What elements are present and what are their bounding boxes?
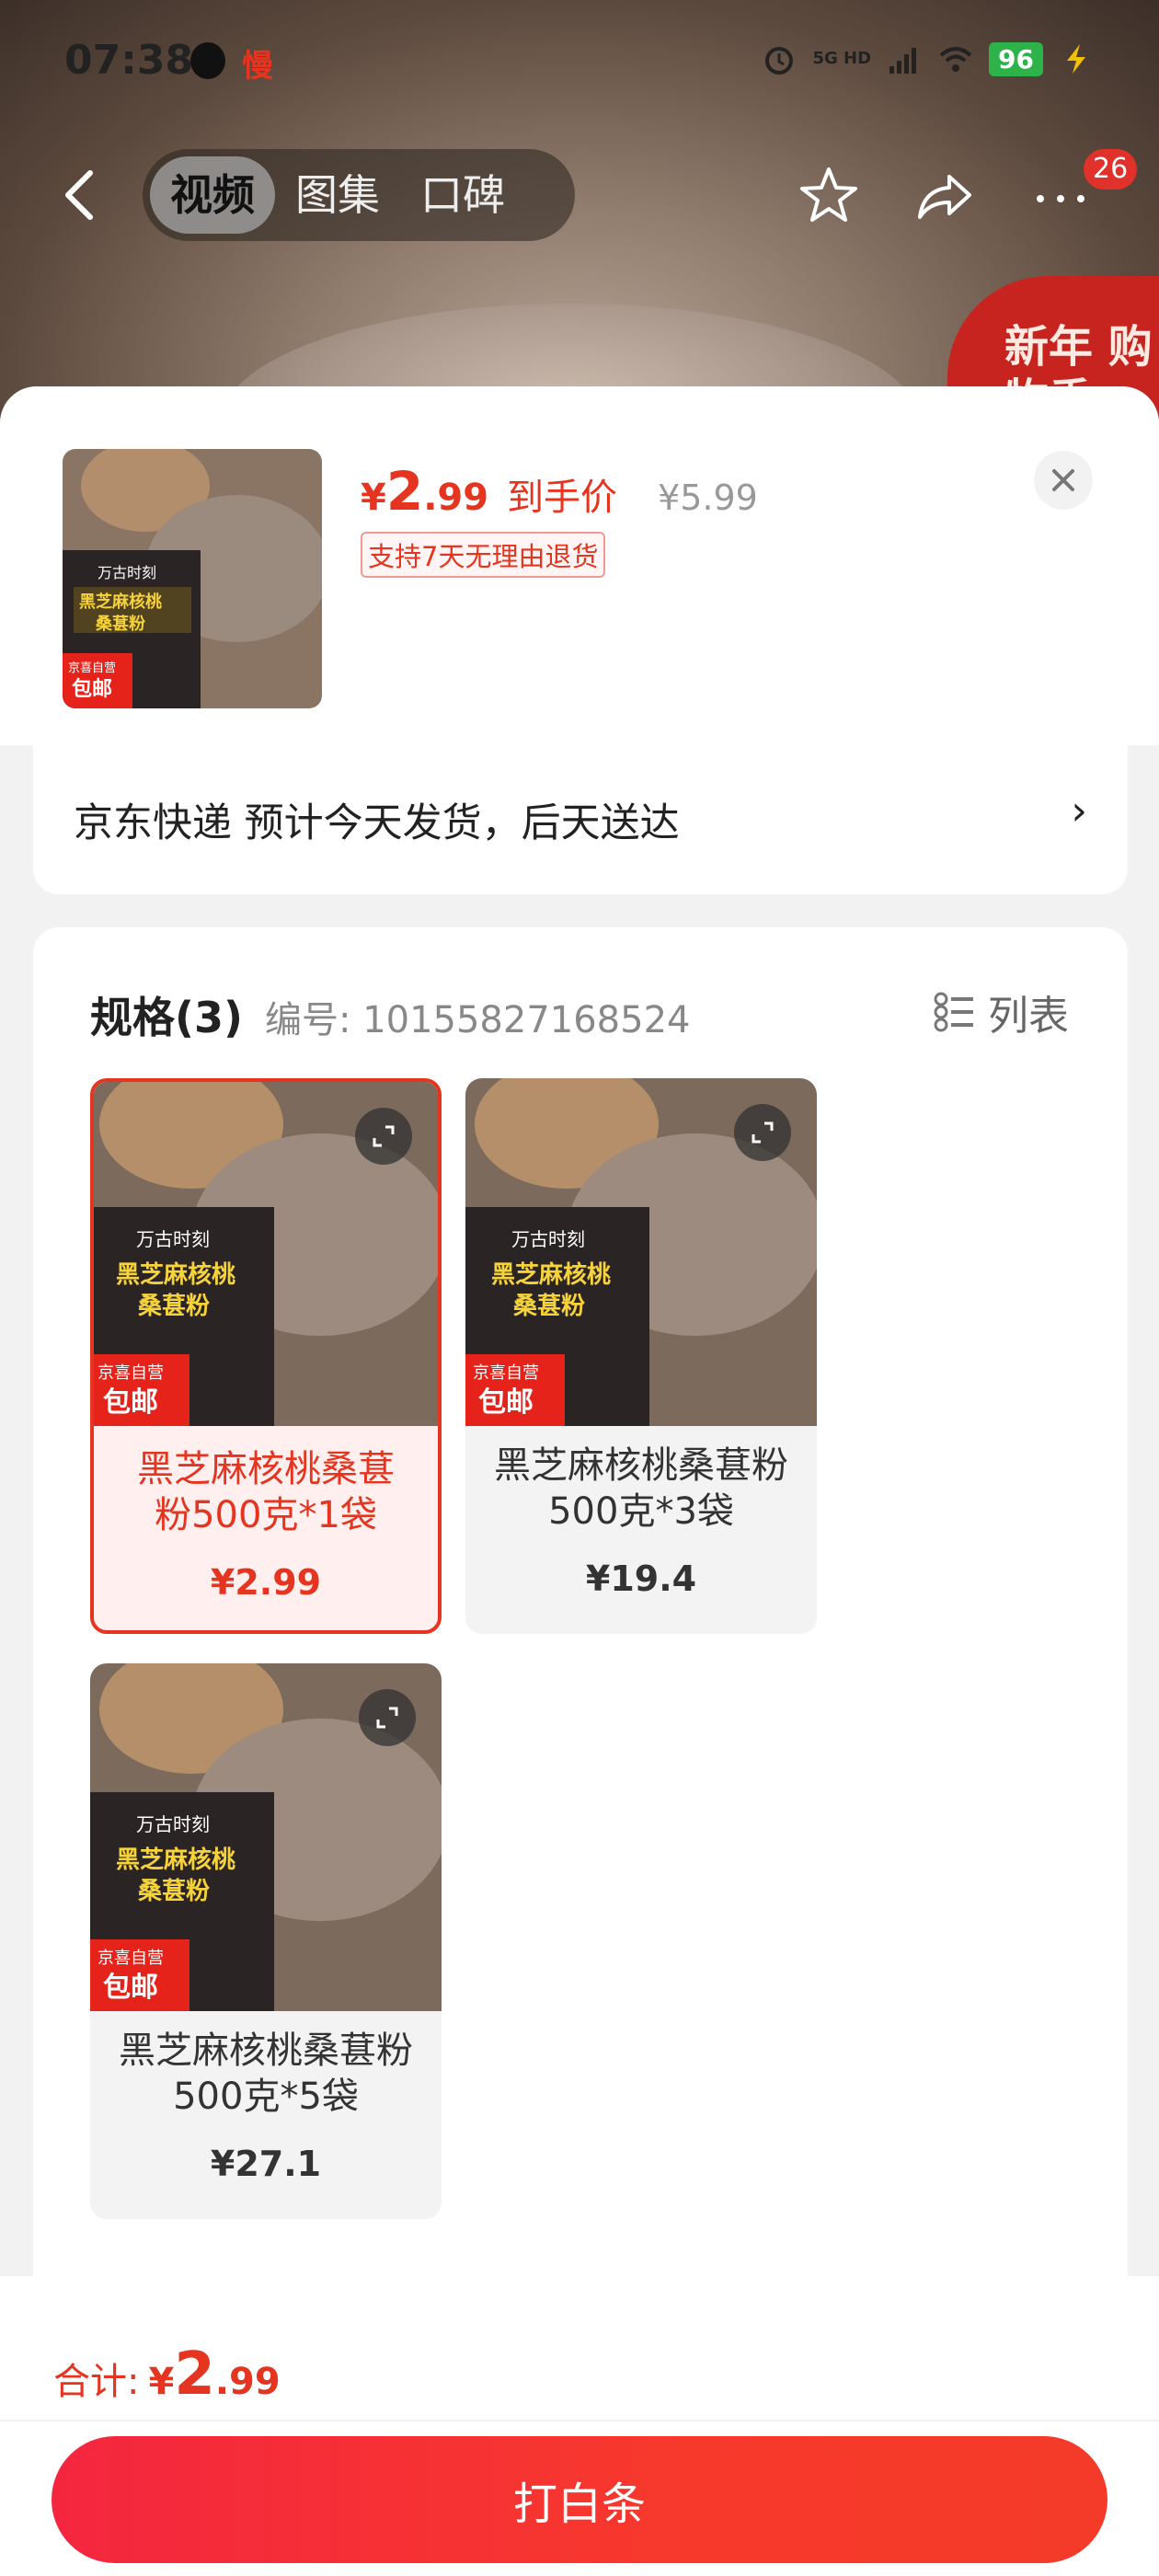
close-button[interactable] xyxy=(1034,451,1093,510)
back-arrow-icon[interactable] xyxy=(57,167,103,223)
expand-icon xyxy=(752,1121,774,1144)
tab-gallery[interactable]: 图集 xyxy=(275,156,400,234)
sku-option-2[interactable]: 万古时刻 黑芝麻核桃 桑葚粉 京喜自营 包邮 黑芝麻核桃桑葚粉500克*3袋 ¥… xyxy=(465,1078,817,1634)
qq-icon xyxy=(190,42,225,79)
share-icon[interactable] xyxy=(912,164,977,228)
baitiao-pay-button[interactable]: 打白条 xyxy=(52,2436,1107,2563)
total-price: 合计: ¥2.99 xyxy=(53,2340,281,2409)
product-thumbnail-image: 万古时刻 黑芝麻核桃 桑葚粉 京喜自营 包邮 xyxy=(63,449,322,708)
svg-text:桑葚粉: 桑葚粉 xyxy=(96,614,145,634)
svg-text:黑芝麻核桃: 黑芝麻核桃 xyxy=(116,1846,235,1874)
network-type: 5G HD xyxy=(812,49,872,68)
svg-text:黑芝麻核桃: 黑芝麻核桃 xyxy=(116,1260,235,1289)
list-icon xyxy=(934,992,973,1032)
svg-text:京喜自营: 京喜自营 xyxy=(68,661,116,675)
svg-text:桑葚粉: 桑葚粉 xyxy=(513,1293,585,1320)
svg-text:包邮: 包邮 xyxy=(478,1386,534,1419)
divider xyxy=(0,2420,1159,2421)
sku-option-3[interactable]: 万古时刻 黑芝麻核桃 桑葚粉 京喜自营 包邮 黑芝麻核桃桑葚粉500克*5袋 ¥… xyxy=(90,1663,442,2219)
signal-icon xyxy=(889,48,917,74)
alarm-icon xyxy=(765,47,794,75)
media-tabs: 视频 图集 口碑 xyxy=(143,149,575,241)
sku-price: ¥19.4 xyxy=(585,1558,697,1599)
svg-text:黑芝麻核桃: 黑芝麻核桃 xyxy=(79,592,162,612)
deal-price-label: 到手价 xyxy=(507,477,618,519)
status-right-icons: 5G HD 96 xyxy=(761,40,1095,77)
list-view-toggle[interactable]: 列表 xyxy=(933,983,1069,1041)
expand-image-button[interactable] xyxy=(359,1689,416,1746)
expand-image-button[interactable] xyxy=(734,1104,791,1161)
original-price: ¥5.99 xyxy=(658,477,758,518)
svg-text:万古时刻: 万古时刻 xyxy=(136,1813,210,1835)
svg-text:京喜自营: 京喜自营 xyxy=(98,1949,164,1968)
wifi-icon xyxy=(939,47,972,72)
star-icon[interactable] xyxy=(797,164,861,228)
close-icon xyxy=(1052,469,1074,491)
price-line: ¥2.99 到手价 ¥5.99 xyxy=(361,460,758,523)
list-view-label: 列表 xyxy=(988,993,1069,1040)
sku-name: 黑芝麻核桃桑葚粉500克*5袋 xyxy=(119,2030,413,2118)
delivery-row[interactable]: 京东快递 预计今天发货，后天送达 › xyxy=(33,745,1128,894)
svg-text:万古时刻: 万古时刻 xyxy=(136,1228,210,1250)
svg-text:包邮: 包邮 xyxy=(72,677,112,701)
sku-price: ¥2.99 xyxy=(210,1562,322,1603)
svg-text:桑葚粉: 桑葚粉 xyxy=(138,1878,210,1905)
expand-image-button[interactable] xyxy=(355,1108,412,1165)
slow-network-label: 慢 xyxy=(242,48,273,85)
return-policy-tag: 支持7天无理由退货 xyxy=(361,532,606,578)
sku-price: ¥27.1 xyxy=(210,2144,322,2184)
svg-text:桑葚粉: 桑葚粉 xyxy=(138,1293,210,1320)
spec-title: 规格(3) xyxy=(90,993,244,1042)
svg-text:黑芝麻核桃: 黑芝麻核桃 xyxy=(491,1260,611,1289)
svg-text:万古时刻: 万古时刻 xyxy=(511,1228,585,1250)
charging-icon xyxy=(1067,44,1085,74)
selected-sku-thumbnail[interactable]: 万古时刻 黑芝麻核桃 桑葚粉 京喜自营 包邮 xyxy=(63,449,322,708)
delivery-info: 京东快递 预计今天发货，后天送达 xyxy=(74,800,680,846)
notification-badge: 26 xyxy=(1084,149,1138,190)
sku-name: 黑芝麻核桃桑葚粉500克*1袋 xyxy=(137,1448,395,1536)
total-label: 合计: xyxy=(53,2361,140,2403)
svg-text:京喜自营: 京喜自营 xyxy=(473,1363,539,1383)
status-time: 07:38 xyxy=(64,37,194,84)
tab-video[interactable]: 视频 xyxy=(150,156,275,234)
thumb-brand-text: 万古时刻 xyxy=(98,564,156,581)
deal-price: ¥2.99 xyxy=(361,460,489,523)
svg-text:包邮: 包邮 xyxy=(103,1386,158,1419)
checkout-footer: 合计: ¥2.99 打白条 xyxy=(0,2276,1159,2576)
expand-icon xyxy=(376,1707,398,1729)
svg-text:京喜自营: 京喜自营 xyxy=(98,1363,164,1383)
tab-reviews[interactable]: 口碑 xyxy=(400,156,525,234)
spec-code: 编号: 10155827168524 xyxy=(265,999,691,1041)
svg-text:包邮: 包邮 xyxy=(103,1972,158,2004)
battery-indicator: 96 xyxy=(989,41,1043,76)
chevron-right-icon: › xyxy=(1071,788,1087,834)
sku-option-1[interactable]: 万古时刻 黑芝麻核桃 桑葚粉 京喜自营 包邮 黑芝麻核桃桑葚粉500克*1袋 ¥… xyxy=(90,1078,442,1634)
sku-name: 黑芝麻核桃桑葚粉500克*3袋 xyxy=(494,1444,788,1533)
status-bar: 07:38 慢 5G HD 96 xyxy=(0,0,1159,120)
expand-icon xyxy=(373,1125,395,1147)
